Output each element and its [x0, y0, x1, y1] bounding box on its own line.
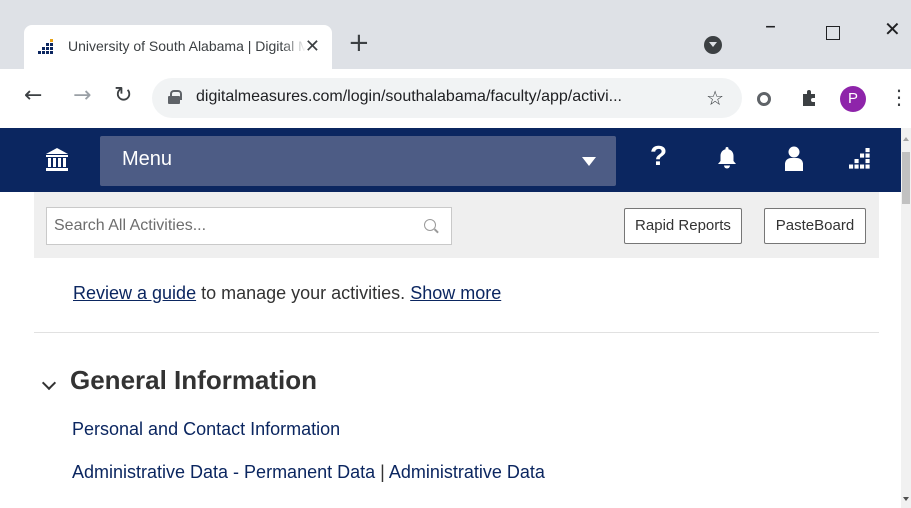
rapid-reports-button[interactable]: Rapid Reports: [624, 208, 742, 244]
search-activities-input[interactable]: [47, 208, 417, 244]
menu-label: Menu: [122, 148, 173, 170]
url-text[interactable]: digitalmeasures.com/login/southalabama/f…: [196, 88, 622, 106]
browser-toolbar: ← → ↻ digitalmeasures.com/login/southala…: [0, 69, 911, 128]
tab-title: University of South Alabama | Digital Me…: [68, 38, 306, 54]
window-maximize-icon[interactable]: [826, 26, 840, 40]
browser-menu-kebab-icon[interactable]: ⋮: [889, 85, 909, 109]
app-header: Menu ?: [0, 128, 901, 192]
window-close-icon[interactable]: ✕: [884, 17, 901, 41]
administrative-data-link[interactable]: Administrative Data: [389, 462, 545, 482]
digital-measures-logo-icon[interactable]: [849, 148, 871, 170]
back-arrow-icon[interactable]: ←: [24, 85, 42, 107]
tab-close-icon[interactable]: ✕: [305, 36, 320, 57]
permanent-data-link[interactable]: Administrative Data - Permanent Data: [72, 462, 375, 482]
bookmark-star-icon[interactable]: ☆: [706, 86, 724, 110]
user-profile-icon[interactable]: [784, 146, 804, 172]
scroll-down-arrow-icon[interactable]: [903, 497, 909, 501]
institution-bank-icon[interactable]: [46, 148, 68, 172]
caret-down-icon: [582, 157, 596, 166]
personal-contact-info-link[interactable]: Personal and Contact Information: [72, 419, 340, 440]
window-minimize-icon[interactable]: –: [765, 14, 776, 39]
extensions-puzzle-icon[interactable]: [800, 89, 818, 109]
chevron-down-icon[interactable]: [41, 375, 57, 391]
address-bar[interactable]: digitalmeasures.com/login/southalabama/f…: [152, 78, 742, 118]
show-more-link[interactable]: Show more: [410, 283, 501, 303]
administrative-data-row: Administrative Data - Permanent Data | A…: [72, 462, 545, 483]
search-activities-box[interactable]: [46, 207, 452, 245]
digital-measures-favicon-icon: [38, 39, 53, 54]
scrollbar-thumb[interactable]: [902, 152, 910, 204]
profile-avatar[interactable]: P: [840, 86, 866, 112]
help-icon[interactable]: ?: [650, 140, 667, 172]
section-divider: [34, 332, 879, 333]
reload-icon[interactable]: ↻: [114, 85, 132, 107]
browser-tab-strip: University of South Alabama | Digital Me…: [0, 0, 911, 80]
section-title[interactable]: General Information: [70, 365, 317, 396]
link-separator: |: [375, 462, 389, 482]
main-menu-dropdown[interactable]: Menu: [100, 136, 616, 186]
review-guide-link[interactable]: Review a guide: [73, 283, 196, 303]
search-icon[interactable]: [424, 219, 436, 231]
tab-search-icon[interactable]: [704, 36, 722, 54]
pasteboard-button[interactable]: PasteBoard: [764, 208, 866, 244]
guide-message: Review a guide to manage your activities…: [73, 283, 501, 304]
lock-icon[interactable]: [168, 90, 182, 104]
forward-arrow-icon[interactable]: →: [73, 85, 91, 107]
new-tab-icon[interactable]: +: [348, 30, 370, 56]
notification-bell-icon[interactable]: [718, 146, 736, 170]
browser-tab[interactable]: University of South Alabama | Digital Me…: [24, 25, 332, 69]
scroll-up-arrow-icon[interactable]: [903, 137, 909, 141]
extension-circle-icon[interactable]: [757, 92, 771, 106]
guide-text: to manage your activities.: [196, 283, 411, 303]
